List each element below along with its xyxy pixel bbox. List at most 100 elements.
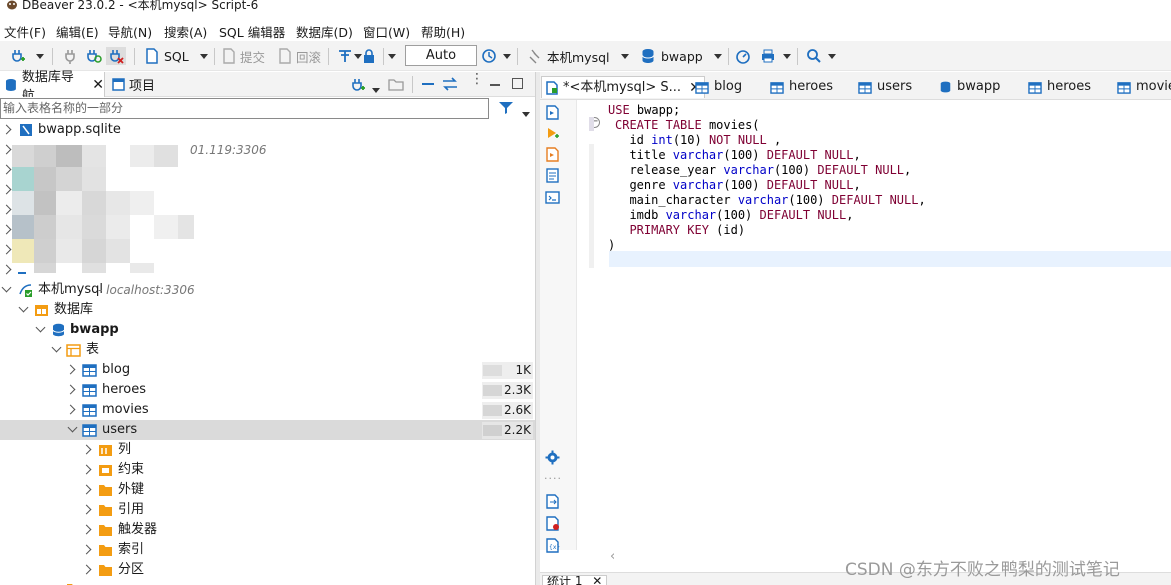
transaction-mode-button[interactable] — [337, 47, 353, 65]
settings-gear-icon[interactable] — [545, 450, 560, 465]
sql-code-editor[interactable]: − USE bwapp; CREATE TABLE movies( id int(… — [578, 100, 1171, 550]
chevron-down-icon[interactable] — [18, 302, 29, 313]
tab-heroes-2[interactable]: heroes — [1028, 76, 1091, 98]
chevron-right-icon[interactable] — [1, 164, 12, 175]
tree-node-database-bwapp[interactable]: bwapp — [0, 320, 535, 340]
search-button[interactable] — [806, 47, 822, 65]
close-icon[interactable]: ✕ — [92, 77, 104, 93]
more-options-icon[interactable]: ⋮ — [470, 72, 484, 86]
filter-dropdown[interactable] — [522, 106, 530, 120]
tree-node-redacted-connection[interactable] — [0, 260, 535, 280]
chevron-right-icon[interactable] — [1, 144, 12, 155]
tab-database-navigator[interactable]: 数据库导航 ✕ — [0, 70, 105, 104]
minimize-icon[interactable] — [490, 84, 500, 86]
tree-node-partitions[interactable]: 分区 — [0, 560, 535, 580]
chevron-right-icon[interactable] — [1, 184, 12, 195]
chevron-left-icon[interactable]: ‹ — [610, 549, 615, 564]
tab-statistics[interactable]: 统计 1 ✕ — [542, 575, 608, 585]
tree-node-indexes[interactable]: 索引 — [0, 540, 535, 560]
chevron-right-icon[interactable] — [81, 524, 92, 535]
tree-node-databases-folder[interactable]: 数据库 — [0, 300, 535, 320]
chevron-down-icon[interactable] — [35, 322, 46, 333]
database-dropdown[interactable] — [714, 47, 722, 65]
variables-icon[interactable]: {x} — [545, 538, 560, 553]
tree-node-table-movies[interactable]: movies 2.6K — [0, 400, 535, 420]
lock-button[interactable] — [362, 47, 376, 65]
tree-node-constraints[interactable]: 约束 — [0, 460, 535, 480]
tree-node-foreign-keys[interactable]: 外键 — [0, 480, 535, 500]
menu-window[interactable]: 窗口(W) — [363, 22, 410, 41]
chevron-right-icon[interactable] — [81, 504, 92, 515]
link-editor-button[interactable] — [442, 77, 458, 94]
explain-plan-icon[interactable] — [545, 168, 560, 183]
filter-button[interactable] — [498, 101, 514, 118]
autocommit-mode-field[interactable]: Auto — [405, 45, 477, 66]
export-icon[interactable] — [545, 494, 560, 509]
menu-file[interactable]: 文件(F) — [4, 22, 46, 41]
chevron-down-icon[interactable] — [1, 282, 12, 293]
dashboard-button[interactable] — [735, 47, 751, 65]
terminal-icon[interactable] — [545, 190, 560, 205]
chevron-down-icon[interactable] — [372, 82, 380, 96]
tab-heroes[interactable]: heroes — [770, 76, 833, 98]
tab-bwapp[interactable]: bwapp — [939, 76, 1000, 98]
tree-node-references[interactable]: 引用 — [0, 500, 535, 520]
transaction-mode-dropdown[interactable] — [354, 47, 362, 65]
menu-database[interactable]: 数据库(D) — [296, 22, 353, 41]
execute-new-tab-icon[interactable] — [545, 126, 560, 141]
menu-navigate[interactable]: 导航(N) — [108, 22, 152, 41]
tab-movies[interactable]: movie — [1117, 76, 1171, 98]
active-database-selector[interactable]: bwapp — [641, 47, 703, 65]
chevron-right-icon[interactable] — [81, 544, 92, 555]
tree-node-table-users[interactable]: users 2.2K — [0, 420, 535, 440]
maximize-icon[interactable] — [512, 78, 523, 89]
tree-node-columns[interactable]: 列 — [0, 440, 535, 460]
chevron-right-icon[interactable] — [1, 264, 12, 275]
new-connection-button[interactable] — [10, 47, 26, 65]
execute-script-icon[interactable] — [545, 147, 560, 162]
tab-projects[interactable]: 项目 — [112, 72, 155, 97]
chevron-right-icon[interactable] — [1, 204, 12, 215]
collapse-all-button[interactable] — [421, 77, 435, 94]
manage-drivers-button[interactable] — [760, 47, 776, 65]
history-button[interactable] — [481, 47, 497, 65]
new-connection-dropdown[interactable] — [36, 47, 44, 65]
drivers-dropdown[interactable] — [783, 47, 791, 65]
menu-help[interactable]: 帮助(H) — [421, 22, 465, 41]
chevron-right-icon[interactable] — [81, 564, 92, 575]
error-file-icon[interactable] — [545, 516, 560, 531]
chevron-down-icon[interactable] — [51, 342, 62, 353]
tree-node-tables-folder[interactable]: 表 — [0, 340, 535, 360]
chevron-right-icon[interactable] — [81, 464, 92, 475]
tree-node-partial[interactable] — [0, 580, 535, 585]
connection-dropdown[interactable] — [621, 47, 629, 65]
chevron-right-icon[interactable] — [81, 444, 92, 455]
chevron-right-icon[interactable] — [65, 384, 76, 395]
commit-button[interactable]: 提交 — [222, 47, 265, 65]
chevron-right-icon[interactable] — [1, 124, 12, 135]
execute-statement-icon[interactable] — [545, 105, 560, 120]
connect-button[interactable] — [62, 47, 78, 65]
tab-blog[interactable]: blog — [695, 76, 742, 98]
rollback-button[interactable]: 回滚 — [278, 47, 321, 65]
tree-node-sqlite-connection[interactable]: bwapp.sqlite — [0, 120, 535, 140]
new-folder-button[interactable] — [388, 77, 405, 95]
tab-users[interactable]: users — [858, 76, 912, 98]
menu-sql-editor[interactable]: SQL 编辑器 — [219, 22, 285, 41]
chevron-right-icon[interactable] — [81, 484, 92, 495]
tree-node-triggers[interactable]: 触发器 — [0, 520, 535, 540]
active-connection-selector[interactable]: 本机mysql — [529, 47, 610, 65]
chevron-right-icon[interactable] — [1, 244, 12, 255]
sql-dropdown[interactable] — [200, 47, 208, 65]
tree-node-table-blog[interactable]: blog 1K — [0, 360, 535, 380]
sql-editor-button[interactable]: SQL — [145, 47, 189, 65]
table-filter-input[interactable]: 输入表格名称的一部分 — [0, 98, 489, 119]
menu-search[interactable]: 搜索(A) — [164, 22, 207, 41]
history-dropdown[interactable] — [503, 47, 511, 65]
tree-node-table-heroes[interactable]: heroes 2.3K — [0, 380, 535, 400]
chevron-right-icon[interactable] — [65, 364, 76, 375]
reconnect-button[interactable] — [86, 47, 102, 65]
commit-mode-dropdown[interactable] — [388, 47, 396, 65]
tab-script-6[interactable]: *<本机mysql> S... ✕ — [541, 76, 705, 98]
menu-edit[interactable]: 编辑(E) — [56, 22, 99, 41]
